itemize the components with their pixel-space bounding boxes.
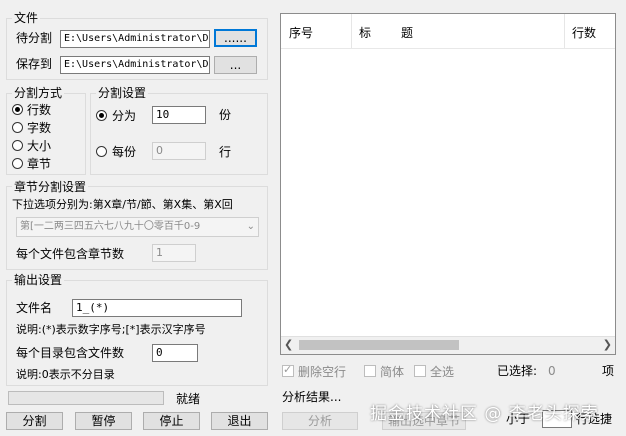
radio-chapter[interactable]: [12, 158, 23, 169]
output-group-title: 输出设置: [12, 273, 65, 287]
selected-count: 0: [548, 364, 556, 378]
divide-unit-label: 份: [219, 108, 232, 122]
scroll-right-icon[interactable]: ❯: [603, 338, 612, 351]
remove-blank-checkbox[interactable]: [282, 363, 294, 377]
radio-size[interactable]: [12, 140, 23, 151]
chapter-pattern-dropdown[interactable]: 第[一二两三四五六七八九十〇零百千0-9 ⌄: [16, 217, 259, 237]
dir-note: 说明:0表示不分目录: [16, 368, 115, 381]
radio-chars-label: 字数: [27, 121, 52, 135]
simplified-label: 简体: [380, 365, 405, 379]
file-group-title: 文件: [12, 11, 41, 25]
pause-button[interactable]: 暂停: [75, 412, 132, 430]
stop-button[interactable]: 停止: [143, 412, 200, 430]
col-separator: [564, 14, 565, 48]
chapter-listview[interactable]: 序号 标 题 行数 ❮ ❯: [280, 13, 616, 355]
chapter-group-title: 章节分割设置: [12, 180, 89, 194]
browse-split-button[interactable]: ......: [214, 29, 257, 47]
col-index-header[interactable]: 序号: [289, 26, 313, 40]
status-text: 就绪: [176, 392, 201, 406]
select-all-label: 全选: [430, 365, 455, 379]
files-per-dir-label: 每个目录包含文件数: [16, 346, 125, 360]
radio-chapter-label: 章节: [27, 157, 52, 171]
save-to-label: 保存到: [16, 57, 53, 71]
divide-label: 分为: [112, 109, 137, 123]
each-count-input[interactable]: 0: [152, 142, 206, 160]
select-all-checkbox[interactable]: [414, 365, 426, 377]
watermark-text: 掘金技术社区 @ 李老头探索: [370, 404, 599, 424]
radio-lines[interactable]: [12, 104, 23, 115]
scroll-thumb[interactable]: [299, 340, 459, 350]
files-per-dir-input[interactable]: 0: [152, 344, 198, 362]
col-lines-header[interactable]: 行数: [572, 26, 596, 40]
radio-divide[interactable]: [96, 110, 107, 121]
progress-bar: [8, 391, 164, 405]
chapters-per-file-input[interactable]: 1: [152, 244, 196, 262]
chevron-down-icon: ⌄: [246, 221, 255, 232]
horizontal-scrollbar[interactable]: ❮ ❯: [281, 336, 615, 354]
listview-header: 序号 标 题 行数: [281, 14, 615, 49]
split-button[interactable]: 分割: [6, 412, 63, 430]
split-settings-title: 分割设置: [96, 86, 149, 100]
radio-lines-label: 行数: [27, 103, 52, 117]
exit-button[interactable]: 退出: [211, 412, 268, 430]
analysis-result-label: 分析结果...: [282, 390, 342, 404]
col-title-header-b: 题: [401, 26, 414, 40]
radio-chars[interactable]: [12, 122, 23, 133]
filename-note: 说明:(*)表示数字序号;[*]表示汉字序号: [16, 323, 206, 336]
radio-each[interactable]: [96, 146, 107, 157]
split-method-title: 分割方式: [12, 86, 65, 100]
analyze-button[interactable]: 分析: [282, 412, 358, 430]
radio-size-label: 大小: [27, 139, 52, 153]
col-title-header-a[interactable]: 标: [359, 26, 371, 40]
filename-input[interactable]: 1_(*): [72, 299, 242, 317]
filename-label: 文件名: [16, 301, 53, 315]
divide-count-input[interactable]: 10: [152, 106, 206, 124]
chapter-pattern-value: 第[一二两三四五六七八九十〇零百千0-9: [20, 221, 201, 232]
browse-save-button[interactable]: ...: [214, 56, 257, 74]
simplified-checkbox[interactable]: [364, 365, 376, 377]
remove-blank-label: 删除空行: [298, 365, 347, 379]
chapter-desc: 下拉选项分别为:第X章/节/節、第X集、第X回: [12, 198, 233, 211]
each-label: 每份: [112, 145, 137, 159]
split-file-label: 待分割: [16, 31, 53, 45]
col-separator: [351, 14, 352, 48]
split-file-input[interactable]: E:\Users\Administrator\D: [60, 30, 210, 48]
each-unit-label: 行: [219, 145, 232, 159]
selected-unit: 项: [602, 364, 615, 378]
selected-label: 已选择:: [497, 364, 538, 378]
save-to-input[interactable]: E:\Users\Administrator\D: [60, 56, 210, 74]
scroll-left-icon[interactable]: ❮: [284, 338, 293, 351]
chapters-per-file-label: 每个文件包含章节数: [16, 247, 125, 261]
